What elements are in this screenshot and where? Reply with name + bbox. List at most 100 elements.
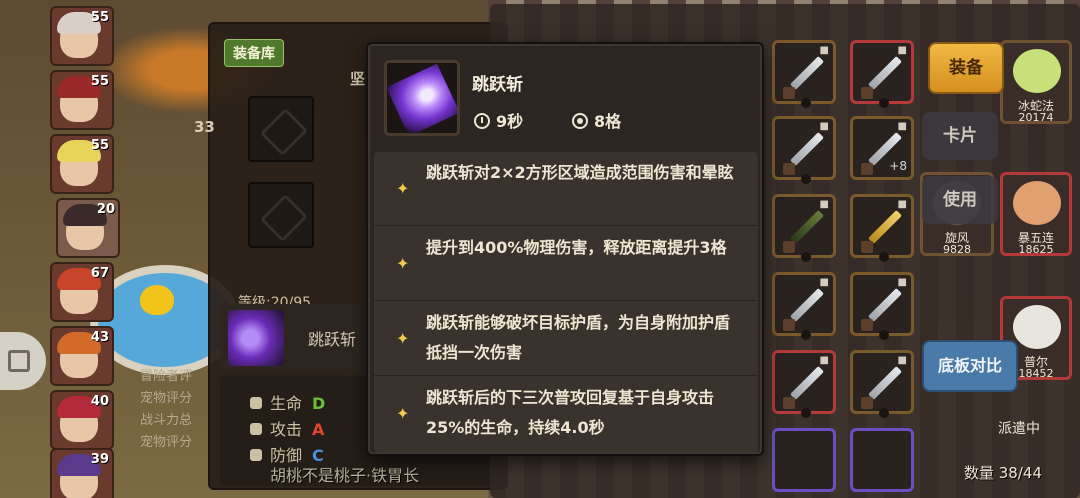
star-icon: ✦ [396,179,410,198]
hero-level: 39 [90,452,109,467]
heart-icon [250,397,262,409]
inventory-item-sword[interactable]: ■ [850,194,914,262]
hero-card[interactable]: 暴五连 18625 [1000,172,1072,256]
rubber-duck [140,285,174,315]
inventory-item-sword[interactable]: ■ [772,194,836,262]
hero-level: 55 [90,74,109,89]
inventory-item-sword[interactable]: ■ [772,350,836,418]
clock-icon [474,113,490,129]
lock-icon: ■ [819,199,829,210]
equipment-name-fragment: 坚 [350,70,366,88]
bottom-banner-text: 胡桃不是桃子·铁胃长 [270,466,420,485]
stat-label: 生命 [270,394,303,413]
pet-line: 战斗力总 [140,413,193,428]
roster-hero-card-selected[interactable]: 20 [56,198,120,258]
skill-thumbnail-icon [228,310,284,366]
hero-power: 18625 [1018,243,1054,256]
stat-attack: 攻击 A [250,416,324,440]
skill-effect-text: 跳跃斩后的下三次普攻回复基于自身攻击25%的生命，持续4.0秒 [426,388,715,437]
pet-rating-text: 冒险者评 宠物评分 战斗力总 宠物评分 [140,366,192,454]
hero-roster: 55 55 55 20 67 43 40 39 [48,0,120,498]
hero-card[interactable]: 冰蛇法 20174 [1000,40,1072,124]
stat-label: 攻击 [270,420,303,439]
inventory-item-sword[interactable]: ■ [850,272,914,340]
stat-grade: A [312,420,325,439]
armor-slot[interactable] [248,182,314,248]
hero-level: 67 [90,266,109,281]
inventory-item-sword[interactable]: ■ [850,350,914,418]
skill-effect-text: 跳跃斩能够破坏目标护盾，为自身附加护盾抵挡一次伤害 [426,313,731,362]
skill-effect-text: 跳跃斩对2×2方形区域造成范围伤害和晕眩 [426,163,734,182]
hero-level: 20 [96,202,115,217]
skill-effect-item: ✦ 跳跃斩对2×2方形区域造成范围伤害和晕眩 [374,152,758,226]
skill-range: 8格 [572,108,621,132]
roster-hero-card[interactable]: 39 [50,448,114,498]
hero-portrait [1013,305,1061,349]
skill-effect-text: 提升到400%物理伤害，释放距离提升3格 [426,238,727,257]
lock-icon: ■ [897,199,907,210]
star-icon: ✦ [396,329,410,348]
roster-hero-card[interactable]: 67 [50,262,114,322]
compare-button[interactable]: 底板对比 [922,340,1018,392]
inventory-item[interactable] [850,428,914,492]
target-icon [572,113,588,129]
skill-name: 跳跃斩 [472,75,523,95]
lock-icon: ■ [897,45,907,56]
card-button[interactable]: 卡片 [922,112,998,160]
lock-icon: ■ [819,45,829,56]
leap-slash-skill-icon [384,60,460,136]
star-icon: ✦ [396,404,410,423]
hero-level: 55 [90,10,109,25]
star-icon: ✦ [396,254,410,273]
inventory-item-sword[interactable]: ■ [850,40,914,108]
hero-power: 20174 [1018,111,1054,124]
skill-effect-item: ✦ 跳跃斩能够破坏目标护盾，为自身附加护盾抵挡一次伤害 [374,302,758,376]
skill-cooldown: 9秒 [474,108,523,132]
roster-hero-card[interactable]: 55 [50,70,114,130]
hero-power: 9828 [943,243,971,256]
roster-hero-card[interactable]: 40 [50,390,114,450]
card-icon [8,350,30,372]
lock-icon: ■ [819,355,829,366]
range-value: 8格 [594,112,622,131]
skill-tooltip: 跳跃斩 9秒 8格 ✦ 跳跃斩对2×2方形区域造成范围伤害和晕眩 ✦ 提升到40… [366,42,764,456]
hero-portrait [1013,181,1061,225]
inventory-count: 数量 38/44 [964,464,1042,482]
inventory-item[interactable] [772,428,836,492]
pet-line: 冒险者评 [140,369,193,384]
enhance-level: +8 [889,159,907,173]
inventory-item-sword[interactable]: ■ [772,116,836,184]
skill-effect-item: ✦ 跳跃斩后的下三次普攻回复基于自身攻击25%的生命，持续4.0秒 [374,377,758,451]
inventory-item-sword[interactable]: ■ [772,272,836,340]
shield-icon [250,449,262,461]
lock-icon: ■ [897,355,907,366]
hero-level: 40 [90,394,109,409]
roster-hero-card[interactable]: 55 [50,134,114,194]
power-value: 33 [194,118,215,136]
equipment-library-tab[interactable]: 装备库 [224,39,284,67]
lock-icon: ■ [897,277,907,288]
use-button[interactable]: 使用 [922,176,998,224]
hero-portrait [1013,49,1061,93]
inventory-item-sword[interactable]: ■ [772,40,836,108]
roster-hero-card[interactable]: 55 [50,6,114,66]
hero-level: 55 [90,138,109,153]
equipment-skill-name: 跳跃斩 [308,330,357,349]
stat-hp: 生命 D [250,390,325,414]
sword-icon [250,423,262,435]
cooldown-value: 9秒 [496,112,524,131]
roster-hero-card[interactable]: 43 [50,326,114,386]
stat-grade: D [312,394,326,413]
skill-effect-item: ✦ 提升到400%物理伤害，释放距离提升3格 [374,227,758,301]
lock-icon: ■ [819,277,829,288]
dispatch-status: 派遣中 [998,421,1040,437]
lock-icon: ■ [819,121,829,132]
hero-level: 43 [90,330,109,345]
inventory-item-sword[interactable]: ■ +8 [850,116,914,180]
pet-line: 宠物评分 [140,391,193,406]
equip-button[interactable]: 装备 [928,42,1004,94]
weapon-slot[interactable] [248,96,314,162]
pet-line: 宠物评分 [140,435,193,450]
skill-effect-list: ✦ 跳跃斩对2×2方形区域造成范围伤害和晕眩 ✦ 提升到400%物理伤害，释放距… [374,152,758,452]
lock-icon: ■ [897,121,907,132]
